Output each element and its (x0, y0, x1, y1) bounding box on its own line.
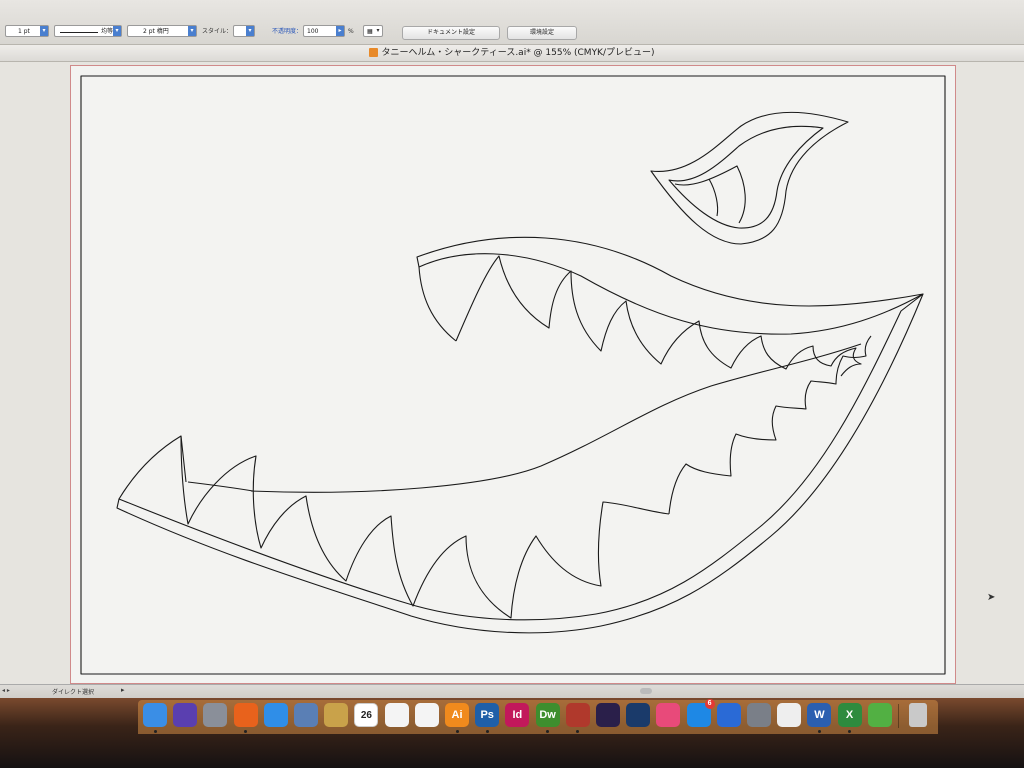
brush-label: 2 pt 楕円 (143, 28, 169, 35)
dock-system-preferences-icon[interactable] (747, 703, 771, 727)
illustrator-file-icon (369, 48, 379, 57)
dock-app-store-icon[interactable]: 6 (686, 699, 715, 727)
chevron-right-icon: ▸ (336, 26, 344, 36)
palate-line (250, 343, 862, 493)
chevron-down-icon: ▾ (188, 26, 196, 36)
dock-illustrator-label: Ai (451, 709, 463, 721)
canvas-area[interactable]: ➤ (0, 62, 1024, 684)
opacity-unit: % (348, 28, 354, 35)
document-setup-button[interactable]: ドキュメント設定 (402, 26, 500, 40)
dock-firefox-icon[interactable] (233, 703, 258, 727)
recolor-artwork-button[interactable]: ▦ ▾ (363, 25, 383, 37)
stroke-weight-select[interactable]: 1 pt ▾ (5, 25, 49, 37)
dock-separator (898, 704, 899, 728)
dock-safari-icon[interactable] (263, 703, 288, 727)
upper-lip-band (416, 236, 924, 335)
document-tab-bar[interactable]: タニーヘルム・シャークティース.ai* @ 155% (CMYK/プレビュー) (0, 45, 1024, 62)
opacity-label[interactable]: 不透明度： (272, 25, 302, 38)
shark-teeth-artwork[interactable] (71, 66, 955, 683)
control-bar: 1 pt ▾ 均等 ▾ 2 pt 楕円 ▾ スタイル： ▾ 不透明度： 100 … (0, 0, 1024, 45)
dock-running-indicator (455, 730, 459, 733)
style-label: スタイル： (202, 28, 233, 35)
dock-running-indicator (485, 730, 489, 733)
dock-excel-label: X (845, 709, 854, 721)
dock-notes-icon[interactable] (324, 703, 349, 727)
stroke-profile-label: 均等 (101, 28, 114, 35)
brush-select[interactable]: 2 pt 楕円 ▾ (127, 25, 197, 37)
dock-photos-icon[interactable] (384, 703, 409, 727)
chevron-right-icon[interactable]: ▸ (121, 686, 125, 694)
dock-launchpad-icon[interactable] (203, 703, 228, 727)
dock-acrobat-icon[interactable] (414, 703, 439, 727)
lower-jaw-upper-edge (187, 481, 254, 492)
dock-preview-icon[interactable] (294, 703, 318, 727)
dock-word-label: W (814, 709, 825, 721)
preferences-button[interactable]: 環境設定 (507, 26, 577, 40)
dock-running-indicator (153, 730, 157, 733)
stroke-weight-value: 1 pt (18, 28, 30, 35)
dock-photoshop-icon[interactable]: Ps (475, 703, 500, 727)
chevron-down-icon: ▾ (113, 26, 121, 36)
eye-inner-outline (668, 125, 824, 229)
current-tool-label[interactable]: ダイレクト選択 (52, 687, 94, 696)
chevron-down-icon: ▾ (376, 27, 380, 34)
dock-running-indicator (817, 730, 821, 733)
dock-photoshop-label: Ps (480, 709, 494, 721)
upper-jaw-back (418, 266, 457, 342)
dock-dreamweaver-label: Dw (539, 709, 556, 721)
bleed-frame (80, 75, 946, 675)
dock-finder-icon[interactable] (143, 703, 167, 727)
status-bar: ◂ ▸ ダイレクト選択 ▸ (0, 684, 1024, 699)
selection-cursor-icon: ▦ (367, 28, 373, 35)
opacity-input[interactable]: 100 ▸ (303, 25, 345, 37)
dock-dreamweaver-icon[interactable]: Dw (535, 703, 560, 727)
dock-calendar-label: 26 (360, 710, 372, 721)
dock-premiere-rush-icon[interactable] (596, 703, 620, 727)
horizontal-scrollbar[interactable] (640, 688, 652, 694)
dock-trash-icon[interactable] (909, 703, 927, 727)
stroke-line-preview (60, 32, 98, 33)
lower-jaw-band (116, 293, 924, 634)
dock-word-icon[interactable]: W (807, 703, 832, 727)
dock-calendar-icon[interactable]: 26 (354, 703, 379, 727)
dock-siri-icon[interactable] (173, 703, 198, 727)
eye-pupil (708, 178, 719, 217)
lower-teeth-back (668, 335, 872, 515)
dock-illustrator-icon[interactable]: Ai (445, 703, 469, 727)
artboard[interactable] (70, 65, 956, 684)
artboard-nav-arrows[interactable]: ◂ ▸ (2, 687, 10, 694)
upper-teeth (455, 255, 862, 377)
dock-excel-icon[interactable]: X (837, 703, 862, 727)
mouse-pointer-icon: ➤ (987, 592, 996, 603)
dock-evernote-icon[interactable] (867, 703, 892, 727)
dock-document-icon[interactable] (777, 703, 802, 727)
chevron-down-icon: ▾ (40, 26, 48, 36)
lower-teeth-front (118, 435, 670, 619)
chevron-down-icon: ▾ (246, 26, 254, 36)
dock-indesign-icon[interactable]: Id (505, 703, 530, 727)
document-title: タニーヘルム・シャークティース.ai* @ 155% (CMYK/プレビュー) (381, 48, 655, 58)
dock-photo-booth-icon[interactable] (565, 703, 590, 727)
opacity-value: 100 (307, 28, 319, 35)
stroke-profile-select[interactable]: 均等 ▾ (54, 25, 122, 37)
dock-dropbox-icon[interactable] (716, 703, 741, 727)
dock-quicktime-icon[interactable] (626, 703, 651, 727)
style-select[interactable]: ▾ (233, 25, 255, 37)
dock-itunes-icon[interactable] (656, 703, 681, 727)
eye-outer-outline (650, 111, 849, 245)
dock-indesign-label: Id (512, 709, 523, 721)
notification-badge: 6 (704, 699, 715, 709)
